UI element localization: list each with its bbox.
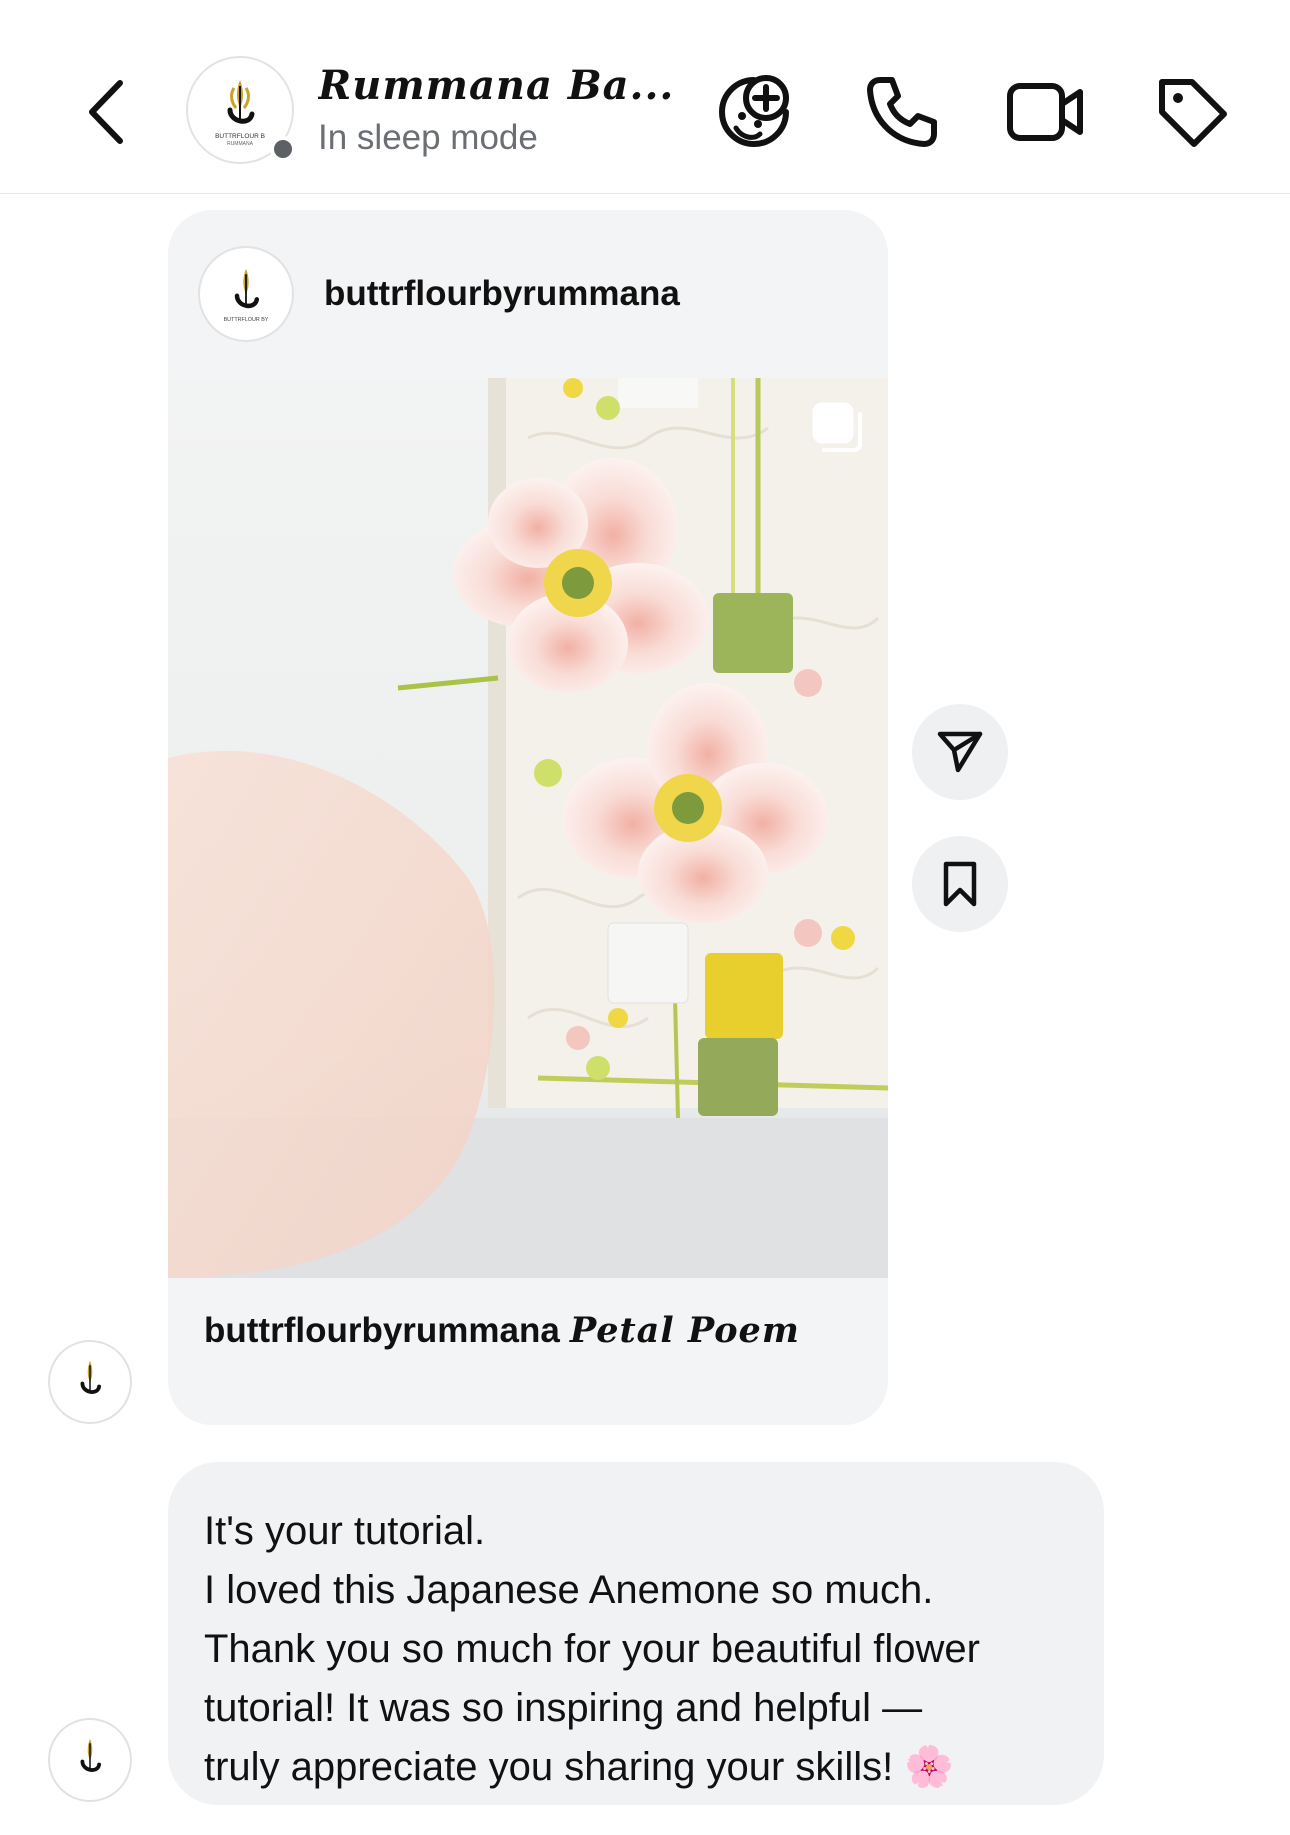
send-icon	[937, 731, 983, 773]
sticker-button[interactable]	[712, 70, 796, 154]
contact-name[interactable]: Rummana Ba...	[318, 62, 678, 109]
post-photo[interactable]	[168, 378, 888, 1278]
tag-icon	[1159, 79, 1227, 147]
video-call-button[interactable]	[1004, 70, 1088, 154]
sender-avatar[interactable]	[48, 1340, 132, 1424]
caption-username[interactable]: buttrflourbyrummana	[204, 1311, 560, 1350]
share-post-button[interactable]	[912, 704, 1008, 800]
message-line: It's your tutorial.	[204, 1509, 486, 1553]
bookmark-icon	[943, 861, 977, 907]
shared-post-card[interactable]: BUTTRFLOUR BY buttrflourbyrummana buttrf…	[168, 210, 888, 1425]
post-username[interactable]: buttrflourbyrummana	[324, 274, 680, 314]
video-camera-icon	[1007, 83, 1083, 141]
svg-text:BUTTRFLOUR BY: BUTTRFLOUR BY	[224, 317, 269, 323]
wheat-logo-icon: BUTTRFLOUR BY	[224, 268, 269, 323]
message-line: truly appreciate you sharing your skills…	[204, 1745, 955, 1789]
back-icon	[89, 80, 123, 144]
audio-call-button[interactable]	[860, 70, 944, 154]
sticker-add-icon	[719, 75, 789, 147]
svg-text:BUTTRFLOUR B: BUTTRFLOUR B	[215, 133, 265, 140]
contact-status: In sleep mode	[318, 118, 538, 157]
carousel-icon	[812, 402, 862, 452]
phone-icon	[867, 77, 937, 147]
message-bubble[interactable]: It's your tutorial. I loved this Japanes…	[168, 1462, 1104, 1805]
wheat-logo-icon	[80, 1738, 102, 1772]
save-post-button[interactable]	[912, 836, 1008, 932]
message-line: tutorial! It was so inspiring and helpfu…	[204, 1686, 923, 1730]
caption-text: Petal Poem	[569, 1310, 800, 1351]
svg-text:RUMMANA: RUMMANA	[227, 141, 253, 147]
post-avatar[interactable]: BUTTRFLOUR BY	[198, 246, 294, 342]
back-button[interactable]	[78, 72, 134, 152]
cake-flower-photo	[168, 378, 888, 1278]
message-line: Thank you so much for your beautiful flo…	[204, 1627, 980, 1671]
sleep-status-dot	[270, 136, 296, 162]
sender-avatar[interactable]	[48, 1718, 132, 1802]
chat-header: BUTTRFLOUR B RUMMANA Rummana Ba... In sl…	[0, 0, 1290, 194]
message-line: I loved this Japanese Anemone so much.	[204, 1568, 934, 1612]
wheat-logo-icon	[80, 1360, 102, 1394]
contact-avatar[interactable]: BUTTRFLOUR B RUMMANA	[186, 56, 296, 164]
post-header[interactable]: BUTTRFLOUR BY buttrflourbyrummana	[168, 210, 888, 378]
post-caption: buttrflourbyrummana Petal Poem	[204, 1310, 864, 1351]
tag-button[interactable]	[1150, 70, 1234, 154]
